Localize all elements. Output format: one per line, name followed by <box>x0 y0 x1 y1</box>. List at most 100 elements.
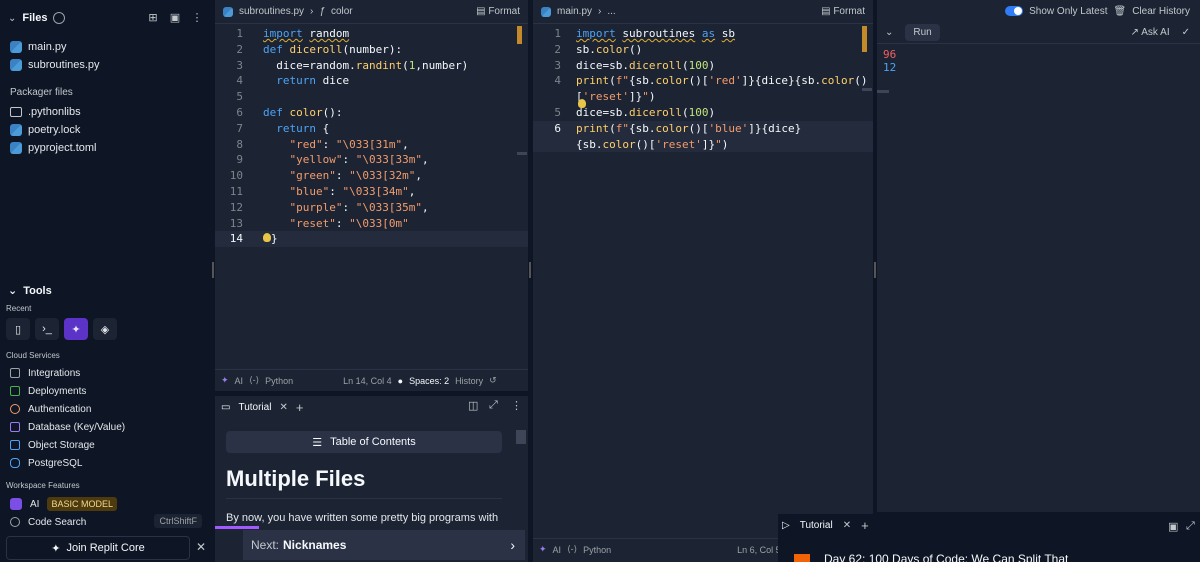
braces-icon: ⟨-⟩ <box>249 375 260 385</box>
tab-tutorial[interactable]: Tutorial <box>238 402 271 413</box>
shell-icon[interactable]: ›_ <box>35 318 59 340</box>
ask-ai-button[interactable]: ↗ Ask AI <box>1131 27 1170 38</box>
breadcrumb-symbol[interactable]: ... <box>607 6 615 17</box>
console-run-bar: ⌄ Run ↗ Ask AI ✓ <box>877 22 1200 44</box>
status-cursor[interactable]: Ln 14, Col 4 <box>343 376 392 386</box>
book-icon[interactable]: ▯ <box>6 318 30 340</box>
new-file-icon[interactable]: ⊞ <box>146 10 160 24</box>
split-icon[interactable]: ◫ <box>468 399 478 412</box>
status-ai[interactable]: AI <box>235 376 244 386</box>
file-item-subroutines[interactable]: subroutines.py <box>10 56 100 74</box>
code-line: return dice <box>276 74 350 88</box>
code-area[interactable]: 1 import random 2 def diceroll(number): 3 … <box>215 24 528 248</box>
file-name: subroutines.py <box>28 59 100 71</box>
service-deployments[interactable]: Deployments <box>10 383 86 399</box>
scrollbar[interactable] <box>877 90 889 93</box>
show-latest-toggle[interactable] <box>1005 6 1024 16</box>
more-options-icon[interactable]: ⋮ <box>511 399 522 412</box>
status-spaces[interactable]: Spaces: 2 <box>409 376 449 386</box>
status-history[interactable]: History <box>455 376 483 386</box>
new-folder-icon[interactable]: ▣ <box>168 10 182 24</box>
clear-history-button[interactable]: Clear History <box>1132 6 1190 17</box>
service-database[interactable]: Database (Key/Value) <box>10 419 125 435</box>
code-line: "purple": "\033[35m", <box>289 200 429 214</box>
service-postgresql[interactable]: PostgreSQL <box>10 455 82 471</box>
line-number: 12 <box>229 200 243 214</box>
code-line: sb.color() <box>576 42 643 56</box>
chevron-down-icon[interactable]: ⌄ <box>8 284 17 297</box>
service-integrations[interactable]: Integrations <box>10 365 80 381</box>
file-item-main[interactable]: main.py <box>10 38 67 56</box>
service-label: Object Storage <box>28 439 95 451</box>
resize-handle[interactable] <box>212 262 214 278</box>
code-line: ['reset']}") <box>576 90 656 104</box>
code-line: "reset": "\033[0m" <box>289 216 409 230</box>
feature-ai[interactable]: AI BASIC MODEL <box>10 496 117 512</box>
table-of-contents-button[interactable]: ☰ Table of Contents <box>226 431 502 453</box>
close-icon[interactable]: ✕ <box>279 402 287 413</box>
picture-in-picture-icon[interactable]: ▣ <box>1168 520 1178 533</box>
lightbulb-icon[interactable] <box>578 98 586 108</box>
close-icon[interactable]: ✕ <box>196 540 206 554</box>
file-name: main.py <box>28 41 67 53</box>
ai-icon: ✦ <box>539 544 547 554</box>
breadcrumb-file[interactable]: main.py <box>557 6 592 17</box>
scrollbar[interactable] <box>517 152 527 155</box>
line-number: 5 <box>236 90 243 104</box>
line-number: 2 <box>236 42 243 56</box>
editor-breadcrumb: subroutines.py › ƒ color ▤ Format <box>215 0 528 24</box>
lightbulb-icon[interactable] <box>263 233 271 243</box>
line-number: 5 <box>554 105 561 119</box>
add-tab-icon[interactable]: + <box>861 518 869 533</box>
service-label: PostgreSQL <box>28 457 83 469</box>
feature-code-search[interactable]: Code Search <box>10 514 86 530</box>
file-item-pythonlibs[interactable]: .pythonlibs <box>10 103 81 121</box>
line-number: 11 <box>229 184 243 198</box>
breadcrumb-separator: › <box>310 6 314 17</box>
tutorial-heading: Multiple Files <box>226 466 366 491</box>
service-object-storage[interactable]: Object Storage <box>10 437 95 453</box>
code-line: def diceroll(number): <box>263 42 403 56</box>
resize-handle[interactable] <box>874 262 876 278</box>
close-icon[interactable]: ✕ <box>843 520 851 531</box>
video-title[interactable]: Day 62: 100 Days of Code: We Can Split T… <box>824 552 1068 562</box>
run-button[interactable]: Run <box>905 24 940 41</box>
check-icon[interactable]: ✓ <box>1182 27 1190 38</box>
file-item-pyproject[interactable]: pyproject.toml <box>10 139 96 157</box>
status-ai[interactable]: AI <box>553 545 562 555</box>
format-label: Format <box>488 6 520 17</box>
ai-tool-icon[interactable]: ✦ <box>64 318 88 340</box>
tab-tutorial-video[interactable]: Tutorial <box>800 520 833 531</box>
expand-icon[interactable]: ⤢ <box>1186 520 1195 533</box>
chevron-down-icon[interactable]: ⌄ <box>885 27 893 38</box>
scrollbar[interactable] <box>516 430 526 444</box>
editor-subroutines: subroutines.py › ƒ color ▤ Format 1 impor… <box>215 0 528 391</box>
scrollbar[interactable] <box>862 88 872 91</box>
expand-icon[interactable]: ⤢ <box>489 399 498 412</box>
more-options-icon[interactable]: ⋮ <box>190 10 204 24</box>
ai-icon <box>10 498 22 510</box>
output-line: 12 <box>883 61 897 74</box>
sparkle-icon: ✦ <box>51 542 61 555</box>
tools-header[interactable]: ⌄ Tools <box>8 284 52 298</box>
format-button[interactable]: ▤ Format <box>476 6 520 17</box>
output-line: 96 <box>883 48 897 61</box>
trash-icon[interactable]: 🗑 <box>1114 6 1127 17</box>
code-area[interactable]: 1 import subroutines as sb 2 sb.color() 3 d… <box>533 24 873 153</box>
resize-handle[interactable] <box>529 262 531 278</box>
add-tab-icon[interactable]: + <box>296 400 304 415</box>
format-button[interactable]: ▤ Format <box>821 6 865 17</box>
packages-icon[interactable]: ◈ <box>93 318 117 340</box>
chevron-down-icon[interactable]: ⌄ <box>8 13 16 24</box>
breadcrumb-symbol[interactable]: color <box>331 6 353 17</box>
status-lang[interactable]: Python <box>583 545 611 555</box>
join-replit-core-button[interactable]: ✦ Join Replit Core <box>6 536 190 560</box>
service-authentication[interactable]: Authentication <box>10 401 91 417</box>
next-lesson-button[interactable]: Next: Nicknames › <box>243 530 525 560</box>
file-item-poetry-lock[interactable]: poetry.lock <box>10 121 80 139</box>
database-icon <box>10 422 20 432</box>
breadcrumb-file[interactable]: subroutines.py <box>239 6 304 17</box>
file-actions: ⊞ ▣ ⋮ <box>146 10 204 24</box>
status-lang[interactable]: Python <box>265 376 293 386</box>
code-line: } <box>263 231 278 247</box>
